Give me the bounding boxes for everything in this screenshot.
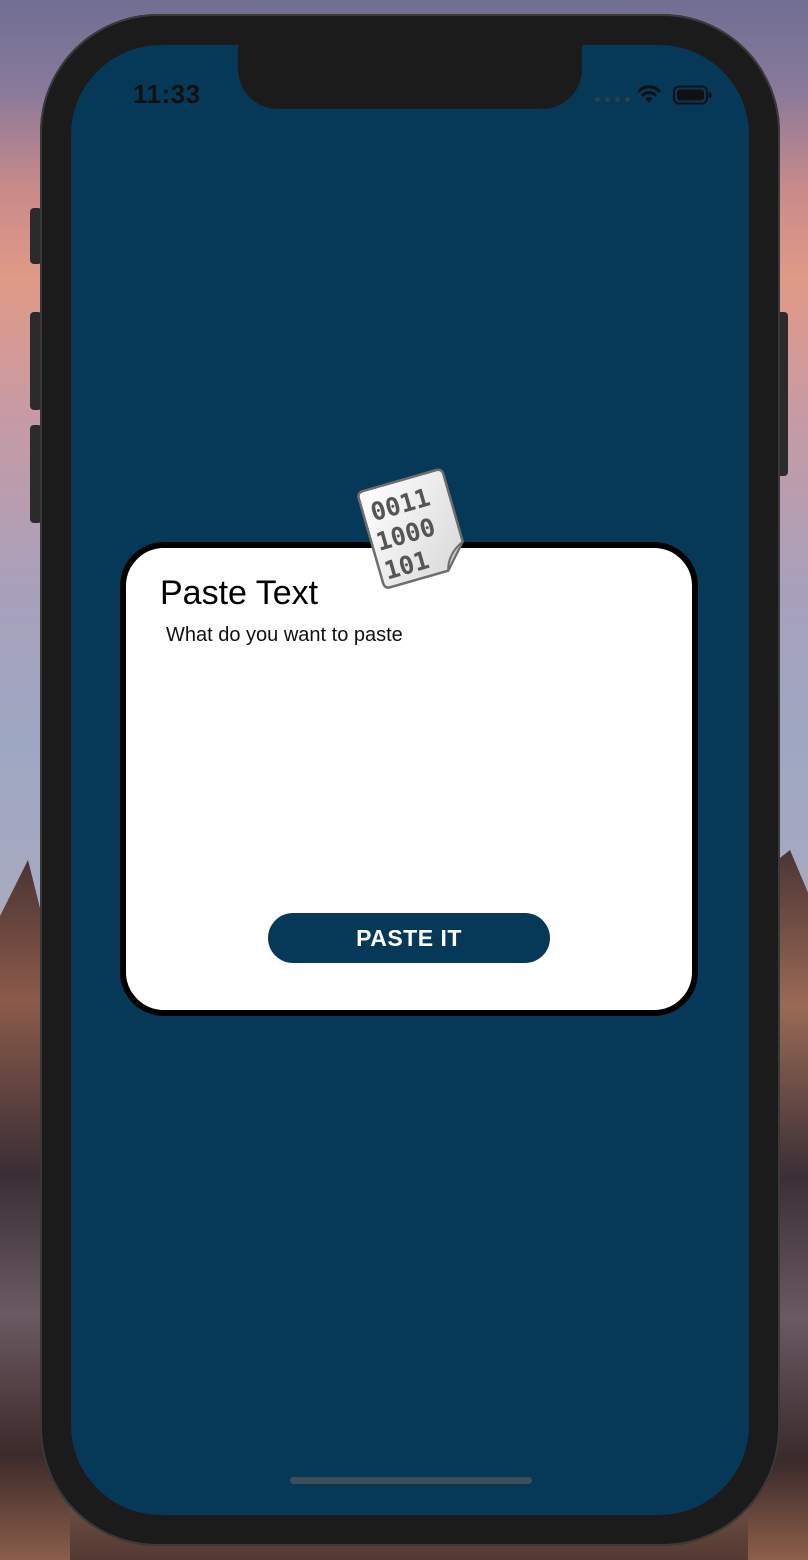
binary-file-icon: 0011 1000 101 bbox=[357, 468, 465, 589]
paste-it-button[interactable]: PASTE IT bbox=[268, 913, 550, 963]
home-indicator[interactable] bbox=[290, 1477, 532, 1484]
wifi-icon bbox=[637, 85, 661, 103]
battery-icon bbox=[673, 85, 712, 105]
status-bar-time: 11:33 bbox=[133, 79, 201, 109]
paste-text-input[interactable] bbox=[166, 624, 646, 864]
dialog-title: Paste Text bbox=[160, 574, 319, 612]
phone-notch bbox=[238, 45, 582, 109]
paste-text-dialog: Paste Text PASTE IT bbox=[120, 542, 698, 1016]
cellular-signal-icon bbox=[595, 97, 630, 102]
